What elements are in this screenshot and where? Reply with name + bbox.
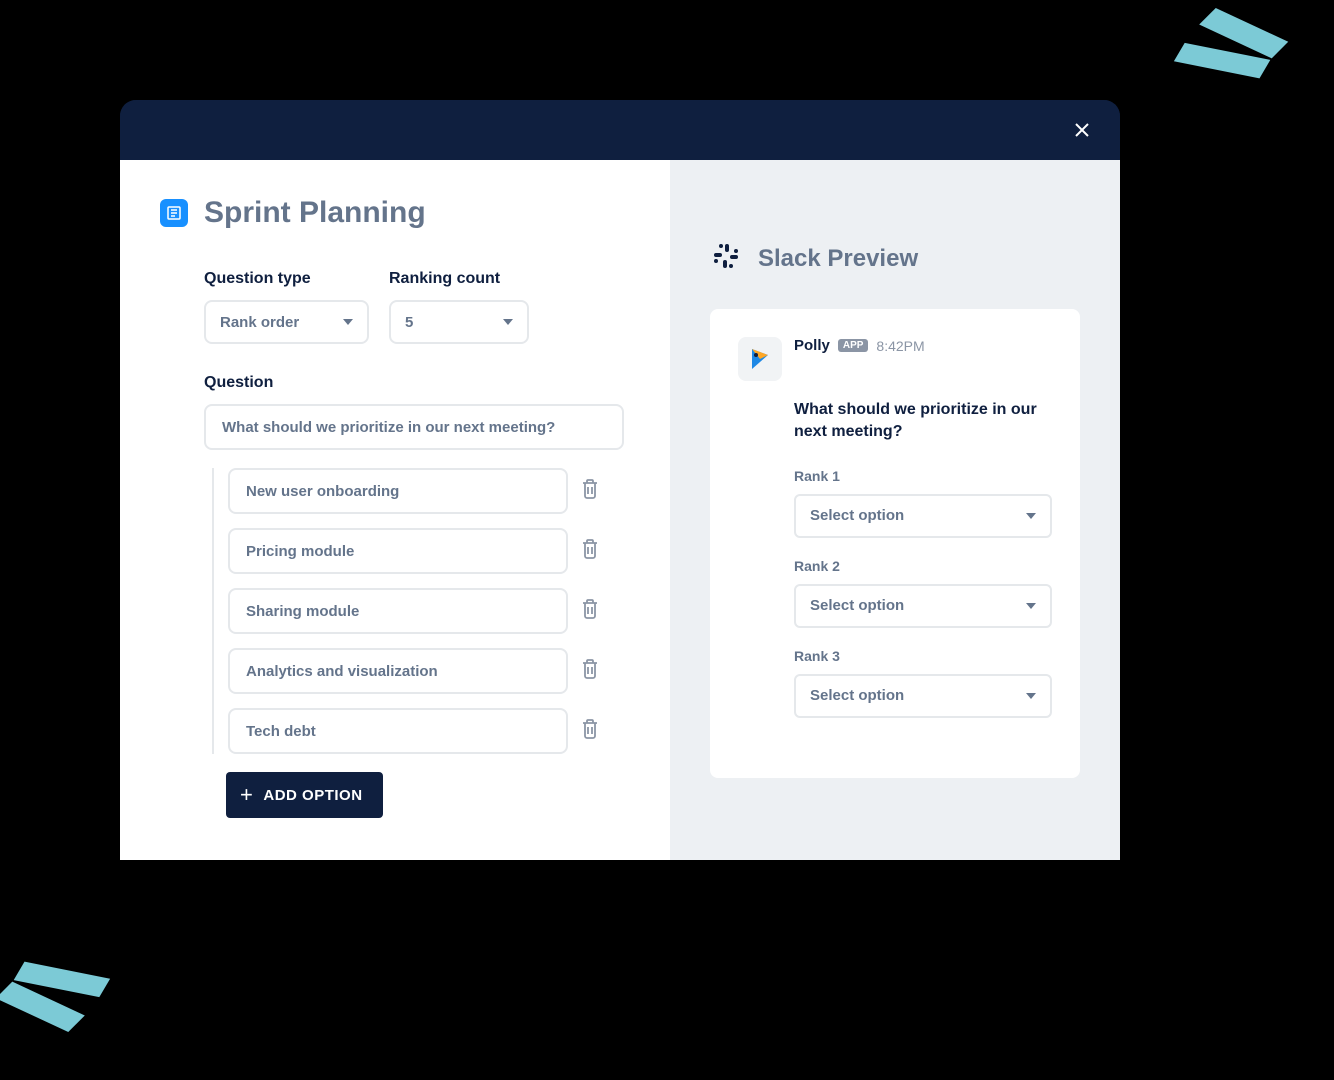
slack-message-card: Polly APP 8:42PM What should we prioriti… bbox=[710, 309, 1080, 778]
preview-panel: Slack Preview Polly APP bbox=[670, 160, 1120, 860]
trash-icon bbox=[580, 598, 600, 620]
chevron-down-icon bbox=[343, 319, 353, 325]
plus-icon: + bbox=[240, 782, 253, 808]
add-option-button[interactable]: + ADD OPTION bbox=[226, 772, 383, 818]
modal-dialog: Sprint Planning Question type Rank order… bbox=[120, 100, 1120, 860]
question-input[interactable]: What should we prioritize in our next me… bbox=[204, 404, 624, 450]
option-row: Sharing module bbox=[228, 588, 630, 634]
chevron-down-icon bbox=[1026, 513, 1036, 519]
decorative-burst bbox=[0, 938, 101, 1033]
close-button[interactable] bbox=[1068, 116, 1096, 144]
rank-label: Rank 3 bbox=[794, 648, 1052, 664]
page-title: Sprint Planning bbox=[204, 196, 426, 230]
ranking-count-value: 5 bbox=[405, 314, 413, 331]
trash-icon bbox=[580, 658, 600, 680]
option-input[interactable]: Sharing module bbox=[228, 588, 568, 634]
polly-avatar bbox=[738, 337, 782, 381]
preview-title: Slack Preview bbox=[758, 245, 918, 273]
rank-group: Rank 3 Select option bbox=[794, 648, 1052, 718]
delete-option-button[interactable] bbox=[580, 598, 600, 625]
app-name: Polly bbox=[794, 337, 830, 354]
ranking-count-label: Ranking count bbox=[389, 270, 529, 288]
rank-select[interactable]: Select option bbox=[794, 584, 1052, 628]
delete-option-button[interactable] bbox=[580, 718, 600, 745]
decorative-burst bbox=[1183, 6, 1284, 101]
option-row: Tech debt bbox=[228, 708, 630, 754]
chevron-down-icon bbox=[1026, 693, 1036, 699]
app-badge: APP bbox=[838, 339, 869, 352]
trash-icon bbox=[580, 718, 600, 740]
ranking-count-dropdown[interactable]: 5 bbox=[389, 300, 529, 344]
option-input[interactable]: Analytics and visualization bbox=[228, 648, 568, 694]
rank-group: Rank 2 Select option bbox=[794, 558, 1052, 628]
question-type-dropdown[interactable]: Rank order bbox=[204, 300, 369, 344]
trash-icon bbox=[580, 478, 600, 500]
option-input[interactable]: Pricing module bbox=[228, 528, 568, 574]
rank-group: Rank 1 Select option bbox=[794, 468, 1052, 538]
trash-icon bbox=[580, 538, 600, 560]
slack-icon bbox=[710, 240, 742, 277]
options-list: New user onboarding Pricing module Shari… bbox=[212, 468, 630, 754]
chevron-down-icon bbox=[503, 319, 513, 325]
message-timestamp: 8:42PM bbox=[876, 338, 924, 354]
question-type-label: Question type bbox=[204, 270, 369, 288]
option-row: New user onboarding bbox=[228, 468, 630, 514]
rank-label: Rank 1 bbox=[794, 468, 1052, 484]
delete-option-button[interactable] bbox=[580, 658, 600, 685]
option-row: Pricing module bbox=[228, 528, 630, 574]
rank-select[interactable]: Select option bbox=[794, 674, 1052, 718]
option-input[interactable]: Tech debt bbox=[228, 708, 568, 754]
delete-option-button[interactable] bbox=[580, 478, 600, 505]
add-option-label: ADD OPTION bbox=[263, 787, 362, 804]
preview-question: What should we prioritize in our next me… bbox=[794, 399, 1052, 444]
question-label: Question bbox=[204, 374, 273, 391]
option-input[interactable]: New user onboarding bbox=[228, 468, 568, 514]
question-type-value: Rank order bbox=[220, 314, 299, 331]
close-icon bbox=[1074, 122, 1090, 138]
chevron-down-icon bbox=[1026, 603, 1036, 609]
delete-option-button[interactable] bbox=[580, 538, 600, 565]
editor-panel: Sprint Planning Question type Rank order… bbox=[120, 160, 670, 860]
modal-header bbox=[120, 100, 1120, 160]
option-row: Analytics and visualization bbox=[228, 648, 630, 694]
document-icon bbox=[160, 199, 188, 227]
rank-select[interactable]: Select option bbox=[794, 494, 1052, 538]
rank-label: Rank 2 bbox=[794, 558, 1052, 574]
